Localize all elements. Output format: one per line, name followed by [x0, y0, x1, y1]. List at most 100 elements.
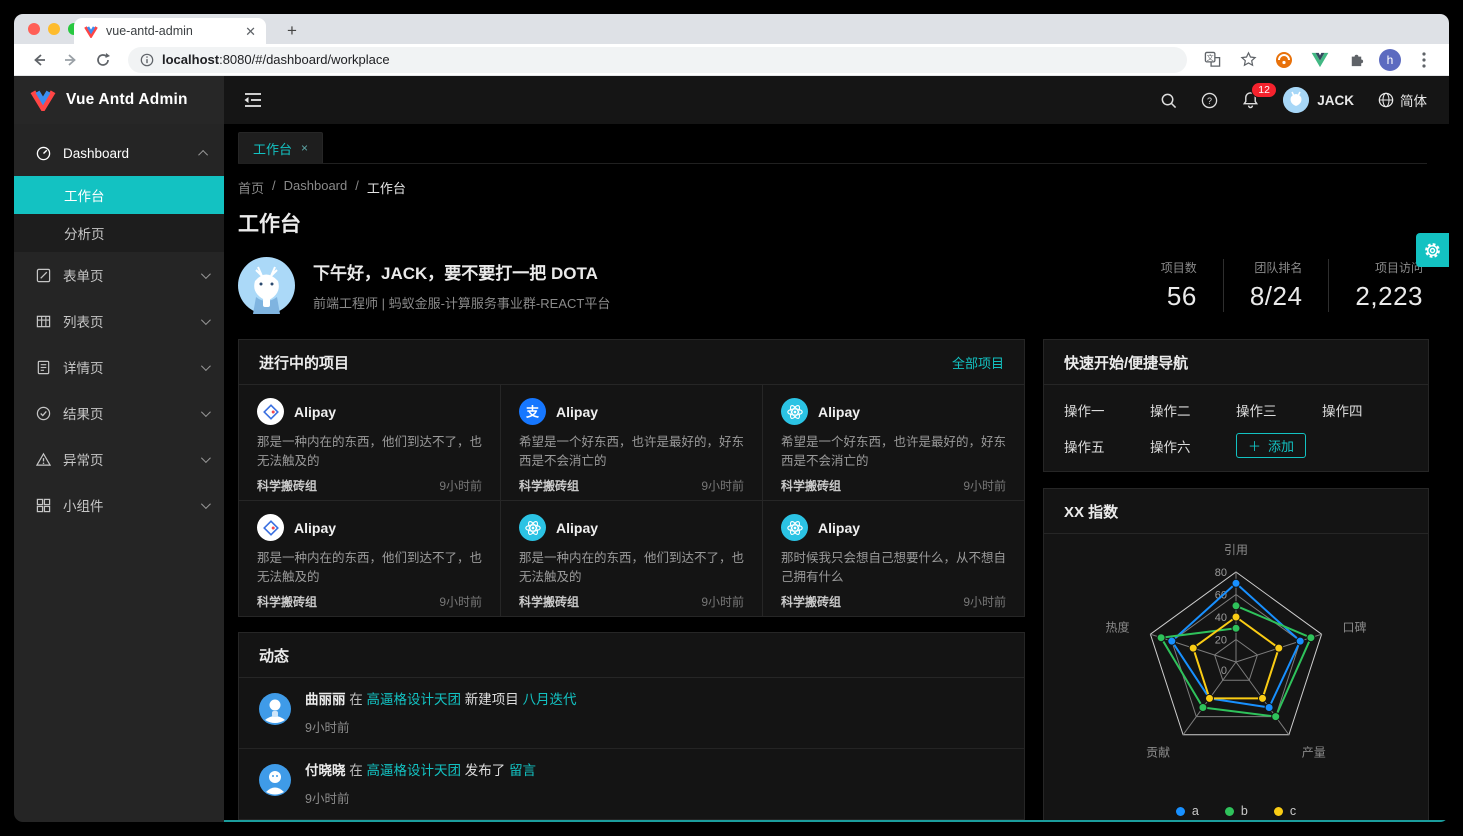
browser-menu-icon[interactable] — [1411, 47, 1437, 73]
chevron-down-icon — [201, 453, 211, 463]
tab-close-icon[interactable]: × — [301, 141, 308, 155]
page-info-icon[interactable] — [140, 53, 154, 67]
sidebar-item-forms[interactable]: 表单页 — [14, 252, 224, 298]
project-card[interactable]: Alipay那时候我只会想自己想要什么，从不想自己拥有什么科学搬砖组9小时前 — [763, 501, 1024, 616]
project-description: 那是一种内在的东西，他们到达不了，也无法触及的 — [519, 549, 744, 588]
project-group[interactable]: 科学搬砖组 — [781, 477, 841, 494]
help-icon[interactable]: ? — [1201, 92, 1218, 109]
legend-label: b — [1241, 804, 1248, 818]
tab-close-icon[interactable]: ✕ — [245, 25, 256, 38]
sidebar-item-analysis[interactable]: 分析页 — [14, 214, 224, 252]
quicknav-link[interactable]: 操作二 — [1150, 400, 1236, 420]
quicknav-link[interactable]: 操作五 — [1064, 436, 1150, 456]
quicknav-title: 快速开始/便捷导航 — [1064, 352, 1188, 373]
project-group[interactable]: 科学搬砖组 — [519, 593, 579, 610]
activity-card: 动态 曲丽丽 在 高逼格设计天团 — [238, 632, 1025, 822]
extension-orange-icon[interactable] — [1271, 47, 1297, 73]
tab-workplace[interactable]: 工作台 × — [238, 132, 323, 163]
project-time: 9小时前 — [439, 593, 482, 610]
feed-group-link[interactable]: 高逼格设计天团 — [367, 692, 462, 707]
forward-icon[interactable] — [58, 47, 84, 73]
sidebar-item-details[interactable]: 详情页 — [14, 344, 224, 390]
user-menu[interactable]: JACK — [1283, 87, 1354, 113]
quicknav-link[interactable]: 操作三 — [1236, 400, 1322, 420]
project-card[interactable]: Alipay希望是一个好东西，也许是最好的，好东西是不会消亡的科学搬砖组9小时前 — [763, 385, 1024, 500]
browser-profile-avatar[interactable]: h — [1379, 49, 1401, 71]
sidebar-item-label: 列表页 — [63, 311, 104, 331]
back-icon[interactable] — [26, 47, 52, 73]
project-name[interactable]: Alipay — [818, 404, 860, 420]
project-name[interactable]: Alipay — [556, 520, 598, 536]
minimize-window-button[interactable] — [48, 23, 60, 35]
app-header: Vue Antd Admin ? 12 — [14, 76, 1449, 124]
project-description: 那时候我只会想自己想要什么，从不想自己拥有什么 — [781, 549, 1006, 588]
sidebar-item-lists[interactable]: 列表页 — [14, 298, 224, 344]
bookmark-star-icon[interactable] — [1235, 47, 1261, 73]
menu-fold-icon[interactable] — [244, 92, 262, 108]
search-icon[interactable] — [1160, 92, 1177, 109]
settings-button[interactable] — [1416, 233, 1449, 267]
translate-icon[interactable]: 文 — [1199, 47, 1225, 73]
browser-tab[interactable]: vue-antd-admin ✕ — [74, 18, 266, 44]
project-card[interactable]: Alipay那是一种内在的东西，他们到达不了，也无法触及的科学搬砖组9小时前 — [239, 385, 500, 500]
antd-icon — [257, 398, 284, 425]
project-group[interactable]: 科学搬砖组 — [519, 477, 579, 494]
project-card[interactable]: 支Alipay希望是一个好东西，也许是最好的，好东西是不会消亡的科学搬砖组9小时… — [501, 385, 762, 500]
url-bar[interactable]: localhost:8080/#/dashboard/workplace — [128, 47, 1187, 73]
breadcrumb-dashboard[interactable]: Dashboard — [284, 178, 348, 197]
extensions-puzzle-icon[interactable] — [1343, 47, 1369, 73]
feed-target-link[interactable]: 留言 — [509, 763, 536, 778]
project-name[interactable]: Alipay — [294, 520, 336, 536]
feed-target-link[interactable]: 八月迭代 — [523, 692, 577, 707]
quicknav-link[interactable]: 操作六 — [1150, 436, 1236, 456]
vue-devtools-icon[interactable] — [1307, 47, 1333, 73]
new-tab-button[interactable]: + — [280, 19, 304, 43]
url-path: :8080/#/dashboard/workplace — [219, 52, 390, 67]
legend-item-a[interactable]: a — [1176, 804, 1199, 818]
project-group[interactable]: 科学搬砖组 — [781, 593, 841, 610]
feed-group-link[interactable]: 高逼格设计天团 — [367, 763, 462, 778]
locale-switch[interactable]: 简体 — [1378, 90, 1427, 110]
project-name[interactable]: Alipay — [294, 404, 336, 420]
close-window-button[interactable] — [28, 23, 40, 35]
legend-item-b[interactable]: b — [1225, 804, 1248, 818]
vue-favicon-icon — [84, 25, 98, 38]
projects-card: 进行中的项目 全部项目 Alipay那是一种内在的东西，他们到达不了，也无法触及… — [238, 339, 1025, 617]
sidebar-item-workplace[interactable]: 工作台 — [14, 176, 224, 214]
chevron-down-icon — [201, 361, 211, 371]
browser-tab-title: vue-antd-admin — [106, 24, 193, 38]
user-name: JACK — [1317, 93, 1354, 108]
svg-text:文: 文 — [1206, 53, 1213, 62]
tab-label: 工作台 — [253, 139, 292, 158]
svg-text:支: 支 — [525, 405, 540, 420]
project-name[interactable]: Alipay — [556, 404, 598, 420]
brand[interactable]: Vue Antd Admin — [14, 76, 224, 124]
svg-text:40: 40 — [1215, 612, 1227, 624]
stat-label: 团队排名 — [1250, 259, 1303, 276]
project-card[interactable]: Alipay那是一种内在的东西，他们到达不了，也无法触及的科学搬砖组9小时前 — [501, 501, 762, 616]
quicknav-link[interactable]: 操作一 — [1064, 400, 1150, 420]
breadcrumb-home[interactable]: 首页 — [238, 178, 264, 197]
notification-bell-icon[interactable]: 12 — [1242, 91, 1259, 109]
project-group[interactable]: 科学搬砖组 — [257, 593, 317, 610]
feed-user[interactable]: 付晓晓 — [305, 763, 346, 778]
project-name[interactable]: Alipay — [818, 520, 860, 536]
url-host: localhost — [162, 52, 219, 67]
quicknav-link[interactable]: 操作四 — [1322, 400, 1408, 420]
sidebar-item-widgets[interactable]: 小组件 — [14, 482, 224, 528]
reload-icon[interactable] — [90, 47, 116, 73]
sidebar-item-results[interactable]: 结果页 — [14, 390, 224, 436]
feed-item[interactable]: 付晓晓 在 高逼格设计天团 发布了 留言 9小时前 — [239, 749, 1024, 820]
sidebar-item-dashboard[interactable]: Dashboard — [14, 130, 224, 176]
sidebar-item-exceptions[interactable]: 异常页 — [14, 436, 224, 482]
feed-user[interactable]: 曲丽丽 — [305, 692, 346, 707]
svg-text:20: 20 — [1215, 635, 1227, 647]
project-group[interactable]: 科学搬砖组 — [257, 477, 317, 494]
feed-item[interactable]: 曲丽丽 在 高逼格设计天团 新建项目 八月迭代 9小时前 — [239, 678, 1024, 749]
legend-item-c[interactable]: c — [1274, 804, 1296, 818]
project-card[interactable]: Alipay那是一种内在的东西，他们到达不了，也无法触及的科学搬砖组9小时前 — [239, 501, 500, 616]
radar-legend[interactable]: a b c — [1044, 802, 1428, 822]
add-button[interactable]: ＋ 添加 — [1236, 433, 1306, 458]
all-projects-link[interactable]: 全部项目 — [952, 353, 1004, 372]
dashboard-submenu: 工作台 分析页 — [14, 176, 224, 252]
